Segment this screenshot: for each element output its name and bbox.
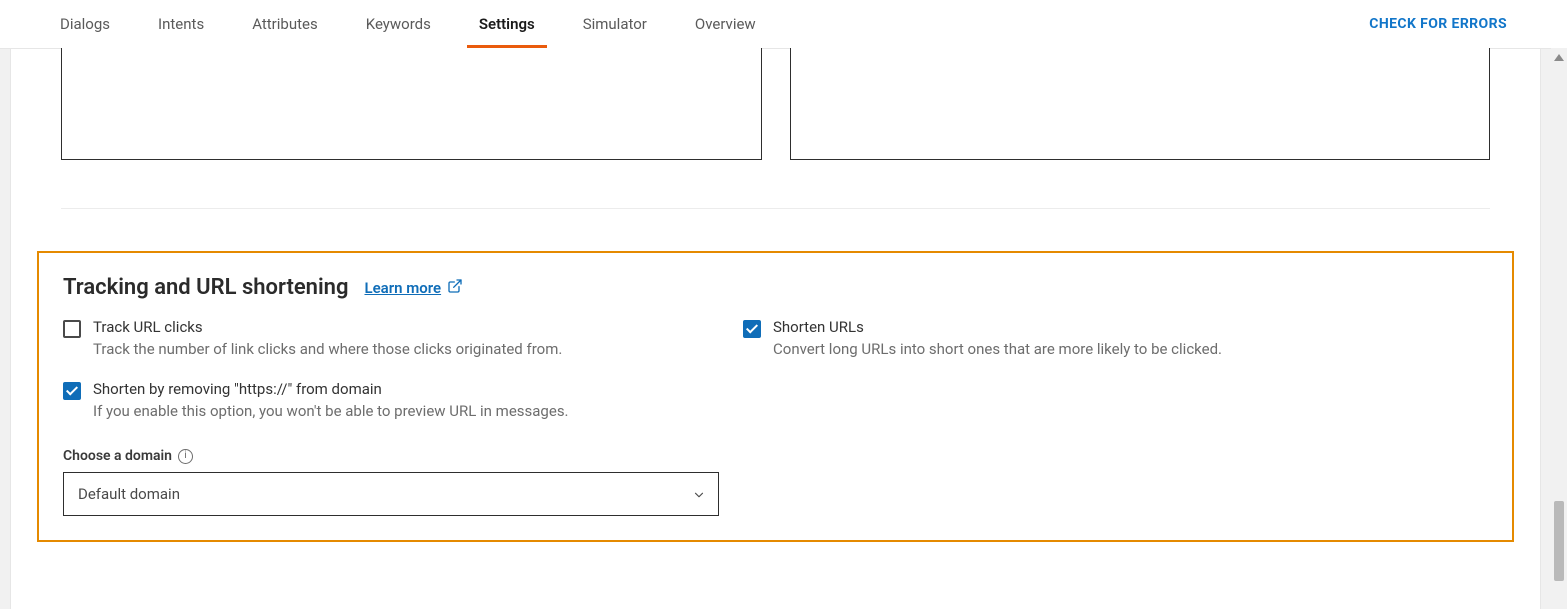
tab-attributes[interactable]: Attributes xyxy=(252,0,318,48)
domain-field: Choose a domain i Default domain xyxy=(63,448,719,516)
textarea-right[interactable] xyxy=(790,48,1491,160)
learn-more-label: Learn more xyxy=(364,279,441,297)
learn-more-link[interactable]: Learn more xyxy=(364,278,463,298)
info-icon[interactable]: i xyxy=(178,449,193,464)
textarea-row xyxy=(11,49,1540,160)
chevron-down-icon xyxy=(692,488,704,500)
textarea-left[interactable] xyxy=(61,48,762,160)
section-title: Tracking and URL shortening xyxy=(63,275,348,300)
tab-dialogs[interactable]: Dialogs xyxy=(60,0,110,48)
shorten-urls-row: Shorten URLs Convert long URLs into shor… xyxy=(743,318,1488,358)
tracking-section: Tracking and URL shortening Learn more T… xyxy=(37,251,1514,542)
tab-list: Dialogs Intents Attributes Keywords Sett… xyxy=(60,0,756,48)
track-url-clicks-desc: Track the number of link clicks and wher… xyxy=(93,340,562,358)
scroll-thumb[interactable] xyxy=(1554,501,1564,581)
track-url-clicks-checkbox[interactable] xyxy=(63,320,81,338)
top-nav: Dialogs Intents Attributes Keywords Sett… xyxy=(0,0,1567,49)
scroll-up-arrow-icon[interactable] xyxy=(1554,54,1564,61)
track-url-clicks-label: Track URL clicks xyxy=(93,318,562,336)
page-content: Tracking and URL shortening Learn more T… xyxy=(10,49,1541,609)
checkbox-grid: Track URL clicks Track the number of lin… xyxy=(63,318,1488,420)
shorten-urls-desc: Convert long URLs into short ones that a… xyxy=(773,340,1222,358)
tab-simulator[interactable]: Simulator xyxy=(583,0,647,48)
tab-intents[interactable]: Intents xyxy=(158,0,204,48)
domain-select-value: Default domain xyxy=(78,485,180,503)
shorten-remove-https-row: Shorten by removing "https://" from doma… xyxy=(63,380,743,420)
shorten-remove-https-checkbox[interactable] xyxy=(63,382,81,400)
tab-keywords[interactable]: Keywords xyxy=(366,0,431,48)
track-url-clicks-row: Track URL clicks Track the number of lin… xyxy=(63,318,743,358)
tab-settings[interactable]: Settings xyxy=(479,0,535,48)
shorten-urls-checkbox[interactable] xyxy=(743,320,761,338)
check-for-errors-button[interactable]: CHECK FOR ERRORS xyxy=(1369,16,1507,32)
external-link-icon xyxy=(447,278,463,298)
section-divider xyxy=(61,208,1490,209)
section-header: Tracking and URL shortening Learn more xyxy=(63,275,1488,300)
domain-select[interactable]: Default domain xyxy=(63,472,719,516)
shorten-remove-https-desc: If you enable this option, you won't be … xyxy=(93,402,569,420)
shorten-urls-label: Shorten URLs xyxy=(773,318,1222,336)
scrollbar xyxy=(1551,48,1567,585)
shorten-remove-https-label: Shorten by removing "https://" from doma… xyxy=(93,380,569,398)
tab-overview[interactable]: Overview xyxy=(695,0,756,48)
domain-field-label: Choose a domain xyxy=(63,448,172,464)
